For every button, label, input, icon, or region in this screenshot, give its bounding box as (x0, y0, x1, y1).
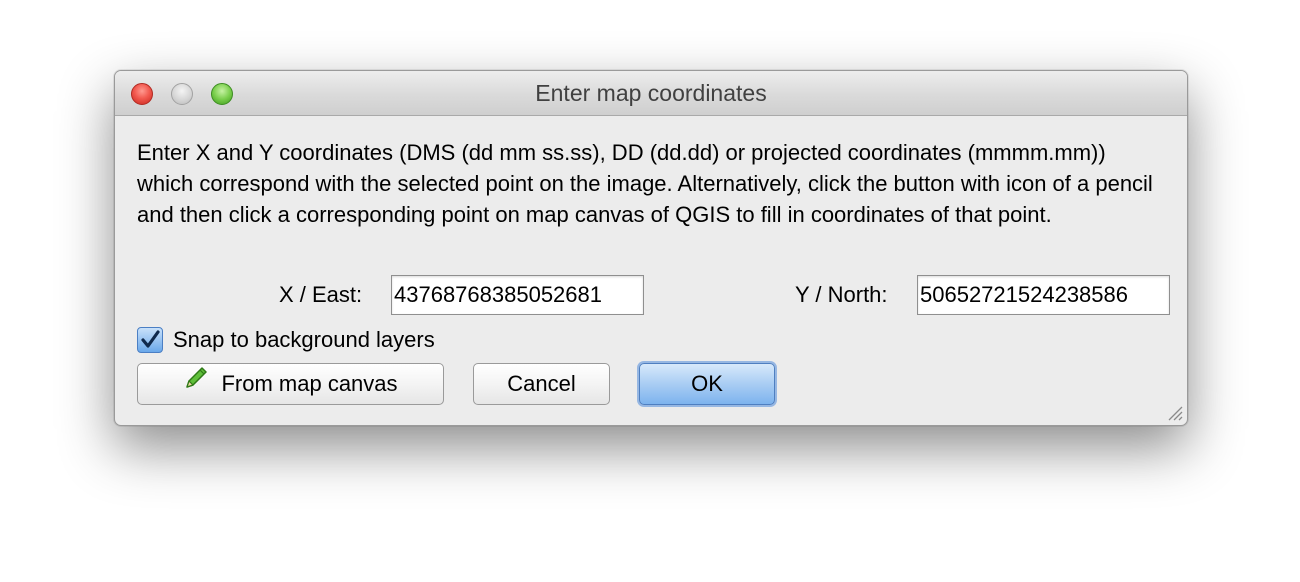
coordinates-dialog: Enter map coordinates Enter X and Y coor… (114, 70, 1188, 426)
cancel-button[interactable]: Cancel (473, 363, 610, 405)
y-north-label: Y / North: (795, 282, 888, 307)
x-east-label: X / East: (279, 282, 363, 307)
snap-checkbox[interactable] (137, 327, 163, 353)
checkmark-icon (141, 330, 160, 348)
x-east-input[interactable]: 43768768385052681 (391, 275, 644, 315)
y-north-input[interactable]: 50652721524238586 (917, 275, 1170, 315)
instructions-text: Enter X and Y coordinates (DMS (dd mm ss… (137, 140, 1153, 227)
title-bar[interactable]: Enter map coordinates (115, 71, 1187, 116)
resize-grip-icon[interactable] (1163, 401, 1183, 421)
snap-label[interactable]: Snap to background layers (173, 325, 435, 355)
window-title: Enter map coordinates (535, 80, 767, 106)
from-map-canvas-label: From map canvas (221, 371, 398, 396)
from-map-canvas-button[interactable]: From map canvas (137, 363, 444, 405)
pencil-icon (183, 363, 211, 404)
ok-button[interactable]: OK (639, 363, 775, 405)
